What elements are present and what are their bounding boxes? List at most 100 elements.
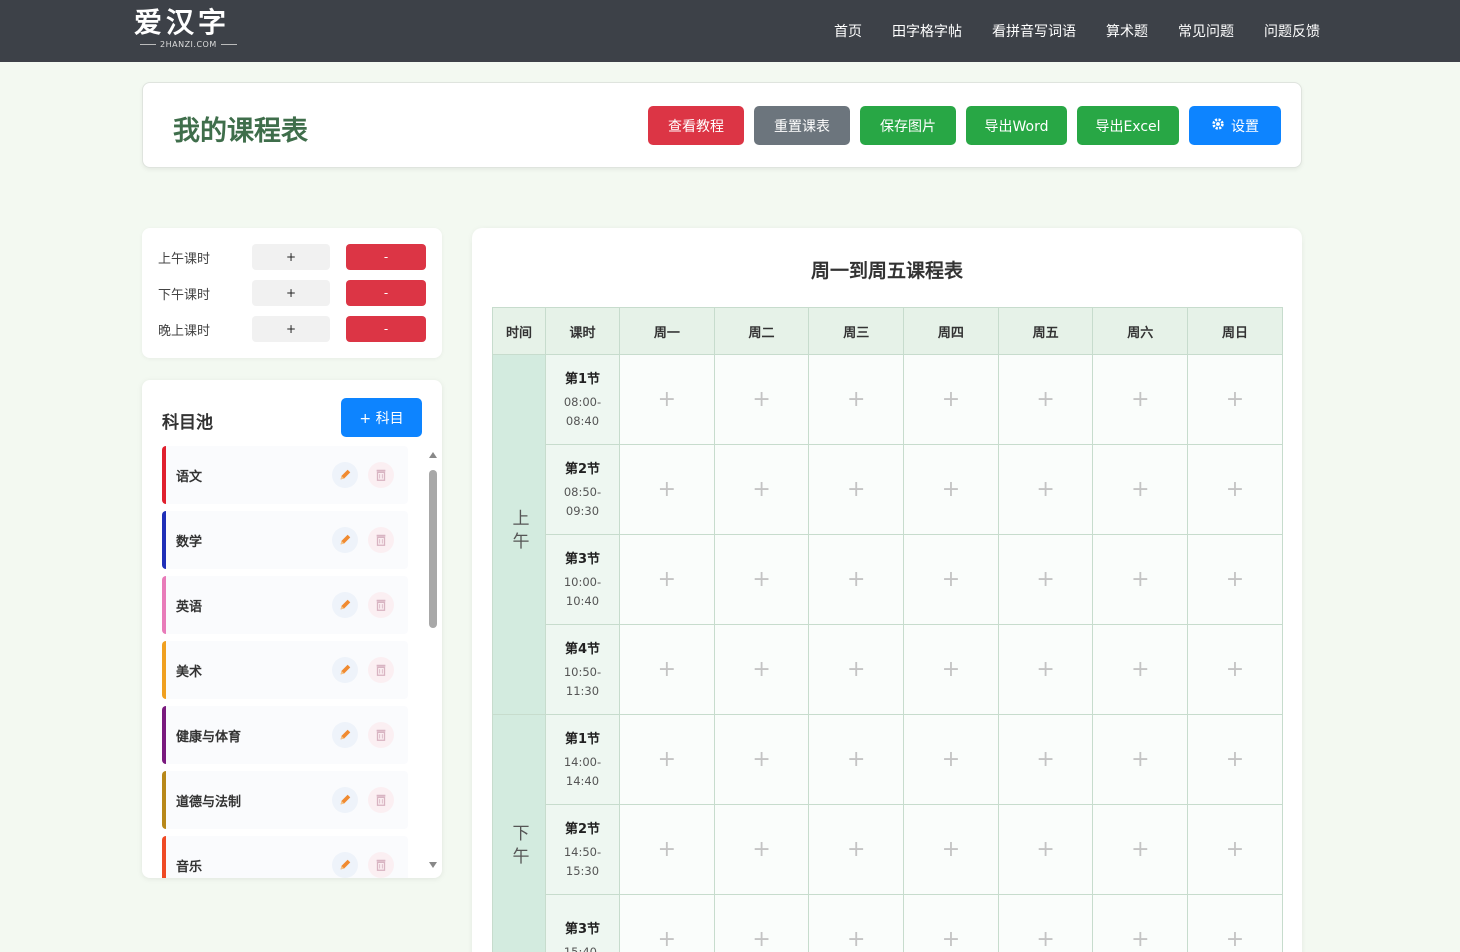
pencil-icon[interactable]	[332, 722, 358, 748]
schedule-cell-add[interactable]: +	[1187, 444, 1283, 535]
schedule-cell-add[interactable]: +	[619, 714, 715, 805]
add-afternoon-period-button[interactable]: +	[252, 280, 330, 306]
pencil-icon[interactable]	[332, 462, 358, 488]
subject-list-scrollbar[interactable]	[428, 452, 438, 872]
schedule-cell-add[interactable]: +	[1092, 894, 1189, 952]
schedule-cell-add[interactable]: +	[713, 354, 810, 445]
schedule-cell-add[interactable]: +	[1092, 804, 1189, 895]
schedule-cell-add[interactable]: +	[1187, 624, 1283, 715]
schedule-cell-add[interactable]: +	[997, 534, 1094, 625]
schedule-cell-add[interactable]: +	[808, 354, 905, 445]
session-text: 上午	[508, 509, 529, 555]
trash-icon[interactable]	[368, 592, 394, 618]
subject-item[interactable]: 英语	[162, 576, 408, 634]
schedule-cell-add[interactable]: +	[713, 534, 810, 625]
remove-morning-period-button[interactable]: -	[346, 244, 426, 270]
schedule-cell-add[interactable]: +	[1187, 894, 1283, 952]
schedule-cell-add[interactable]: +	[808, 444, 905, 535]
remove-afternoon-period-button[interactable]: -	[346, 280, 426, 306]
schedule-cell-add[interactable]: +	[619, 894, 715, 952]
schedule-cell-add[interactable]: +	[1092, 714, 1189, 805]
site-logo[interactable]: 爱汉字 2HANZI.COM	[134, 6, 244, 56]
save-image-button[interactable]: 保存图片	[860, 106, 956, 145]
trash-icon[interactable]	[368, 852, 394, 878]
schedule-cell-add[interactable]: +	[808, 894, 905, 952]
schedule-cell-add[interactable]: +	[619, 354, 715, 445]
add-evening-period-button[interactable]: +	[252, 316, 330, 342]
trash-icon[interactable]	[368, 657, 394, 683]
pencil-icon[interactable]	[332, 657, 358, 683]
schedule-cell-add[interactable]: +	[903, 894, 999, 952]
schedule-cell-add[interactable]: +	[713, 624, 810, 715]
schedule-cell-add[interactable]: +	[1092, 444, 1189, 535]
add-subject-button[interactable]: + 科目	[341, 398, 422, 437]
reset-button[interactable]: 重置课表	[754, 106, 850, 145]
scroll-down-arrow-icon[interactable]	[429, 862, 437, 868]
subject-item[interactable]: 健康与体育	[162, 706, 408, 764]
schedule-cell-add[interactable]: +	[1092, 534, 1189, 625]
pencil-icon[interactable]	[332, 787, 358, 813]
schedule-cell-add[interactable]: +	[903, 534, 999, 625]
nav-grid-copybook[interactable]: 田字格字帖	[892, 21, 962, 41]
period-cell: 第1节 14:00- 14:40	[545, 714, 620, 805]
timetable-title: 周一到周五课程表	[810, 260, 963, 282]
scroll-thumb[interactable]	[429, 470, 437, 628]
subject-item[interactable]: 语文	[162, 446, 408, 504]
schedule-cell-add[interactable]: +	[903, 714, 999, 805]
remove-evening-period-button[interactable]: -	[346, 316, 426, 342]
trash-icon[interactable]	[368, 722, 394, 748]
subject-item[interactable]: 美术	[162, 641, 408, 699]
schedule-cell-add[interactable]: +	[997, 354, 1094, 445]
schedule-cell-add[interactable]: +	[1187, 714, 1283, 805]
trash-icon[interactable]	[368, 787, 394, 813]
schedule-cell-add[interactable]: +	[619, 624, 715, 715]
pencil-icon[interactable]	[332, 592, 358, 618]
schedule-cell-add[interactable]: +	[903, 444, 999, 535]
schedule-cell-add[interactable]: +	[619, 444, 715, 535]
tutorial-button[interactable]: 查看教程	[648, 106, 744, 145]
schedule-cell-add[interactable]: +	[1187, 804, 1283, 895]
schedule-cell-add[interactable]: +	[997, 894, 1094, 952]
nav-faq[interactable]: 常见问题	[1178, 21, 1234, 41]
nav-home[interactable]: 首页	[834, 21, 862, 41]
schedule-cell-add[interactable]: +	[713, 804, 810, 895]
export-excel-button[interactable]: 导出Excel	[1077, 106, 1179, 145]
period-start-time: 08:50-	[563, 485, 602, 499]
schedule-cell-add[interactable]: +	[1187, 354, 1283, 445]
schedule-cell-add[interactable]: +	[903, 804, 999, 895]
trash-icon[interactable]	[368, 527, 394, 553]
scroll-up-arrow-icon[interactable]	[429, 452, 437, 458]
header-card: 我的课程表 查看教程 重置课表 保存图片 导出Word 导出Excel 设置	[142, 82, 1302, 168]
schedule-cell-add[interactable]: +	[619, 534, 715, 625]
schedule-cell-add[interactable]: +	[997, 714, 1094, 805]
nav-pinyin-words[interactable]: 看拼音写词语	[992, 21, 1076, 41]
schedule-cell-add[interactable]: +	[997, 624, 1094, 715]
schedule-cell-add[interactable]: +	[808, 624, 905, 715]
schedule-cell-add[interactable]: +	[713, 714, 810, 805]
schedule-cell-add[interactable]: +	[903, 624, 999, 715]
schedule-cell-add[interactable]: +	[808, 534, 905, 625]
schedule-cell-add[interactable]: +	[713, 894, 810, 952]
schedule-cell-add[interactable]: +	[997, 444, 1094, 535]
subject-item[interactable]: 音乐	[162, 836, 408, 878]
subject-item[interactable]: 道德与法制	[162, 771, 408, 829]
nav-feedback[interactable]: 问题反馈	[1264, 21, 1320, 41]
pencil-icon[interactable]	[332, 527, 358, 553]
schedule-cell-add[interactable]: +	[1187, 534, 1283, 625]
pencil-icon[interactable]	[332, 852, 358, 878]
schedule-cell-add[interactable]: +	[713, 444, 810, 535]
nav-arithmetic[interactable]: 算术题	[1106, 21, 1148, 41]
trash-icon[interactable]	[368, 462, 394, 488]
add-morning-period-button[interactable]: +	[252, 244, 330, 270]
schedule-cell-add[interactable]: +	[619, 804, 715, 895]
schedule-cell-add[interactable]: +	[1092, 624, 1189, 715]
schedule-cell-add[interactable]: +	[997, 804, 1094, 895]
settings-button[interactable]: 设置	[1189, 106, 1281, 145]
export-word-button[interactable]: 导出Word	[966, 106, 1067, 145]
subject-item[interactable]: 数学	[162, 511, 408, 569]
schedule-cell-add[interactable]: +	[808, 804, 905, 895]
subject-list[interactable]: 语文 数学 英语 美术 健康与体育 道德与法制 音乐	[162, 446, 410, 878]
schedule-cell-add[interactable]: +	[1092, 354, 1189, 445]
schedule-cell-add[interactable]: +	[808, 714, 905, 805]
schedule-cell-add[interactable]: +	[903, 354, 999, 445]
